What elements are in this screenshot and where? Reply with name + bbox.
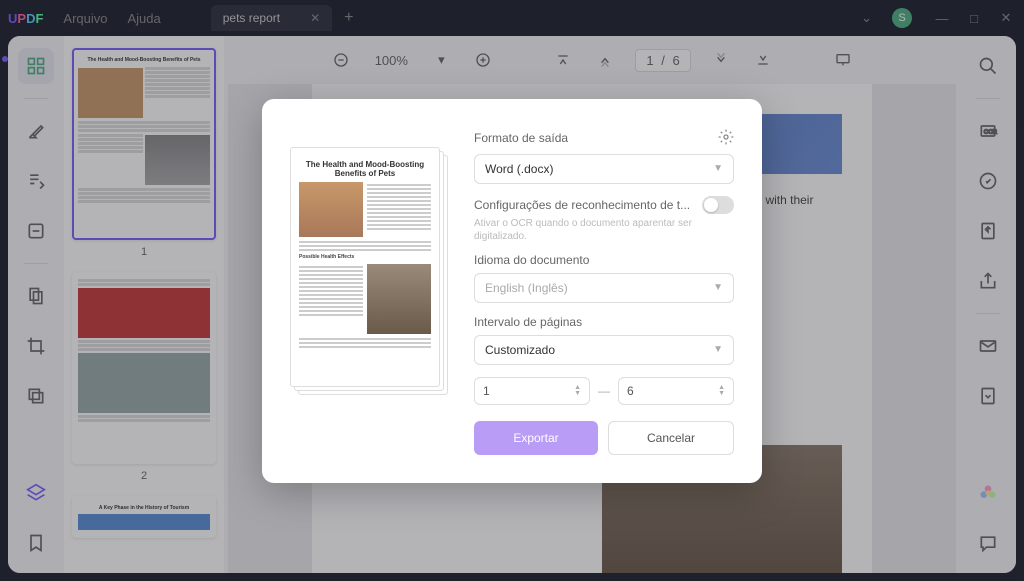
ocr-settings-label: Configurações de reconhecimento de t... <box>474 198 694 212</box>
range-separator: — <box>598 384 610 398</box>
range-to-input[interactable]: 6 ▲▼ <box>618 377 734 405</box>
ocr-hint: Ativar o OCR quando o documento aparenta… <box>474 217 734 243</box>
chevron-down-icon: ▼ <box>713 163 723 174</box>
ocr-toggle[interactable] <box>702 196 734 214</box>
dialog-preview: The Health and Mood-Boosting Benefits of… <box>290 147 450 455</box>
chevron-down-icon: ▼ <box>713 344 723 355</box>
page-range-select[interactable]: Customizado ▼ <box>474 335 734 365</box>
stepper-icon[interactable]: ▲▼ <box>574 385 581 397</box>
language-label: Idioma do documento <box>474 253 734 267</box>
page-range-label: Intervalo de páginas <box>474 315 734 329</box>
modal-overlay: The Health and Mood-Boosting Benefits of… <box>0 0 1024 581</box>
stepper-icon[interactable]: ▲▼ <box>718 385 725 397</box>
gear-icon[interactable] <box>718 129 734 148</box>
preview-subtitle: Possible Health Effects <box>299 254 431 260</box>
dialog-form: Formato de saída Word (.docx) ▼ Configur… <box>474 127 734 455</box>
preview-title: The Health and Mood-Boosting Benefits of… <box>299 160 431 178</box>
language-select[interactable]: English (Inglês) ▼ <box>474 273 734 303</box>
cancel-button[interactable]: Cancelar <box>608 421 734 455</box>
export-button[interactable]: Exportar <box>474 421 598 455</box>
output-format-label: Formato de saída <box>474 131 568 145</box>
range-from-input[interactable]: 1 ▲▼ <box>474 377 590 405</box>
output-format-select[interactable]: Word (.docx) ▼ <box>474 154 734 184</box>
export-dialog: The Health and Mood-Boosting Benefits of… <box>262 99 762 483</box>
chevron-down-icon: ▼ <box>713 282 723 293</box>
